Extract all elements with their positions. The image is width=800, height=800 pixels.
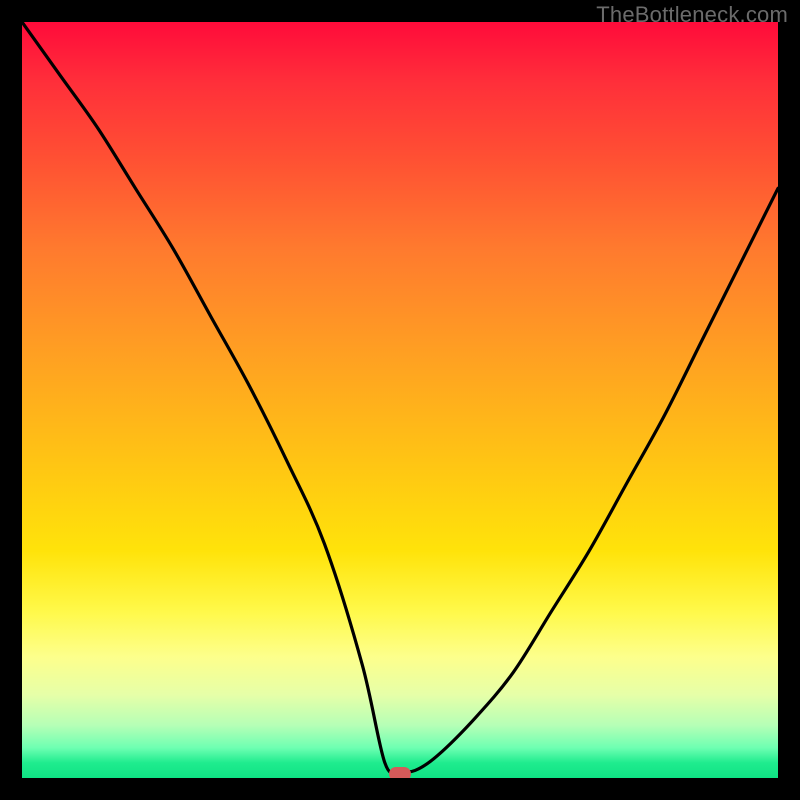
chart-frame: TheBottleneck.com <box>0 0 800 800</box>
curve-path <box>22 22 778 773</box>
bottleneck-curve <box>22 22 778 778</box>
watermark-text: TheBottleneck.com <box>596 2 788 28</box>
plot-area <box>22 22 778 778</box>
optimal-point-marker <box>389 767 411 778</box>
